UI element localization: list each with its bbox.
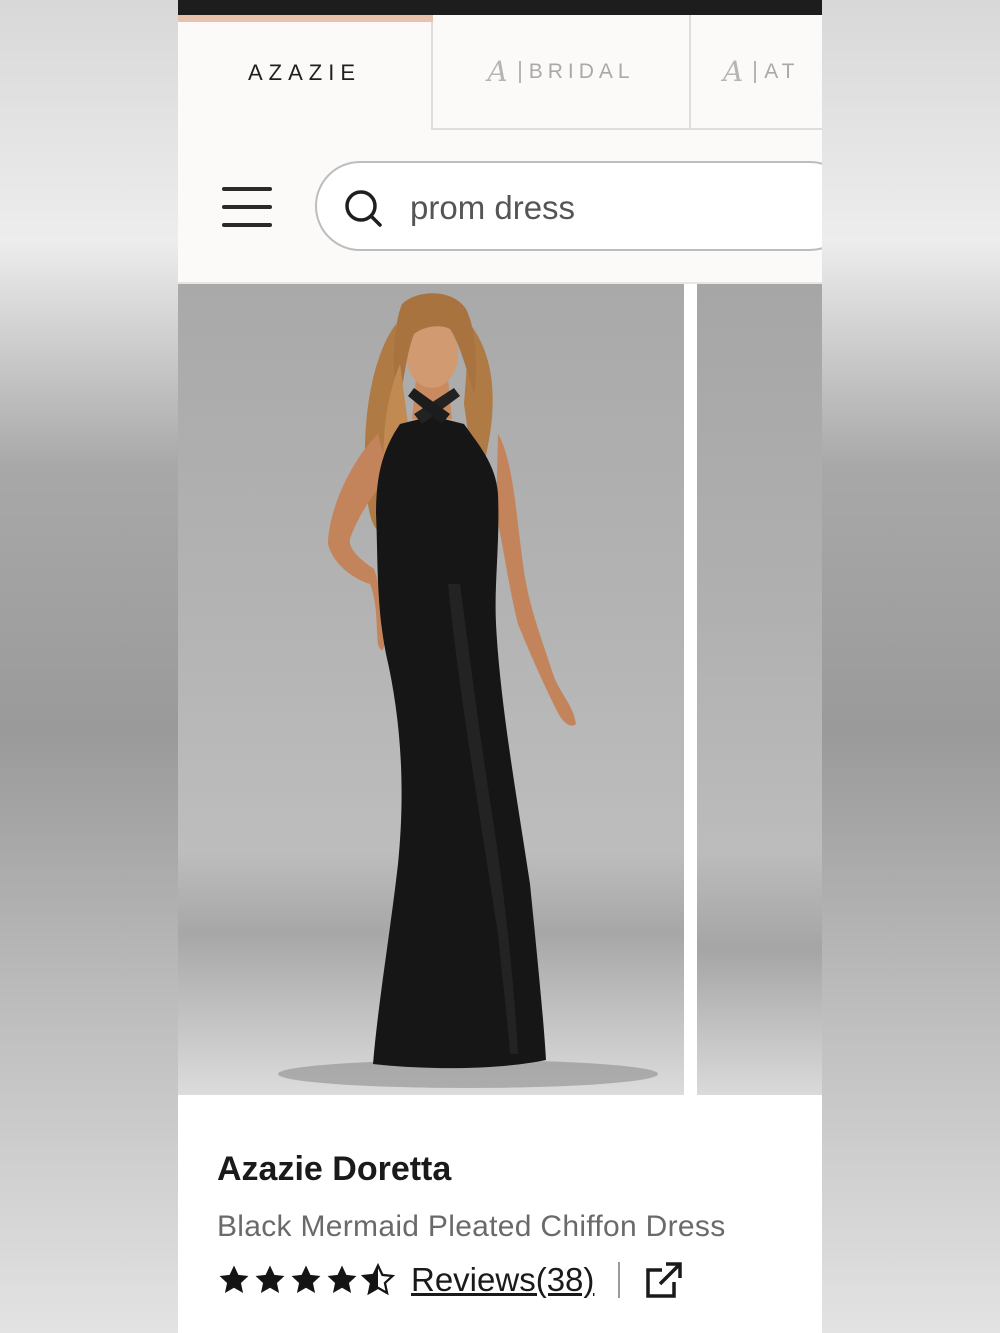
tab-bridal[interactable]: A BRIDAL <box>433 15 691 130</box>
menu-icon[interactable] <box>222 187 272 227</box>
tab-azazie[interactable]: AZAZIE <box>178 15 433 130</box>
search-bar[interactable] <box>315 161 822 251</box>
tab-bridal-label: BRIDAL <box>528 59 635 83</box>
star-rating <box>217 1263 397 1297</box>
logo-separator <box>518 60 521 83</box>
tab-at[interactable]: A AT <box>691 15 822 130</box>
phone-screen: AZAZIE A BRIDAL A AT prom dress Azazie D… <box>178 0 822 1333</box>
product-name[interactable]: Azazie Doretta <box>217 1150 451 1189</box>
star-icon <box>219 1265 249 1294</box>
brand-tabs: AZAZIE A BRIDAL A AT <box>178 15 822 130</box>
tab-bridal-content: A BRIDAL <box>487 55 634 88</box>
search-icon[interactable] <box>343 188 383 228</box>
product-photo-next[interactable] <box>697 284 822 1095</box>
rating-row: Reviews(38) <box>217 1258 684 1302</box>
product-description: Black Mermaid Pleated Chiffon Dress <box>217 1210 726 1243</box>
star-icon <box>291 1265 321 1294</box>
a-logo-icon: A <box>487 55 513 88</box>
search-input[interactable] <box>410 187 810 229</box>
star-icon <box>255 1265 285 1294</box>
logo-separator <box>754 60 757 83</box>
status-bar <box>178 0 822 15</box>
search-header <box>178 130 822 282</box>
product-photo-main[interactable] <box>178 284 684 1095</box>
tab-azazie-label: AZAZIE <box>247 59 361 85</box>
share-external-icon[interactable] <box>644 1260 684 1300</box>
half-star-icon <box>361 1263 395 1296</box>
tab-at-content: A AT <box>723 55 800 88</box>
rating-separator <box>618 1262 621 1298</box>
a-logo-icon: A <box>723 55 749 88</box>
tab-at-label: AT <box>764 59 800 83</box>
reviews-link[interactable]: Reviews(38) <box>411 1261 594 1299</box>
background-right <box>822 0 1000 1333</box>
product-image-carousel[interactable] <box>178 284 822 1095</box>
background-left <box>0 0 178 1333</box>
star-icon <box>327 1265 357 1294</box>
model-in-dress-image <box>278 293 658 1088</box>
product-info: Azazie Doretta Black Mermaid Pleated Chi… <box>178 1095 822 1333</box>
